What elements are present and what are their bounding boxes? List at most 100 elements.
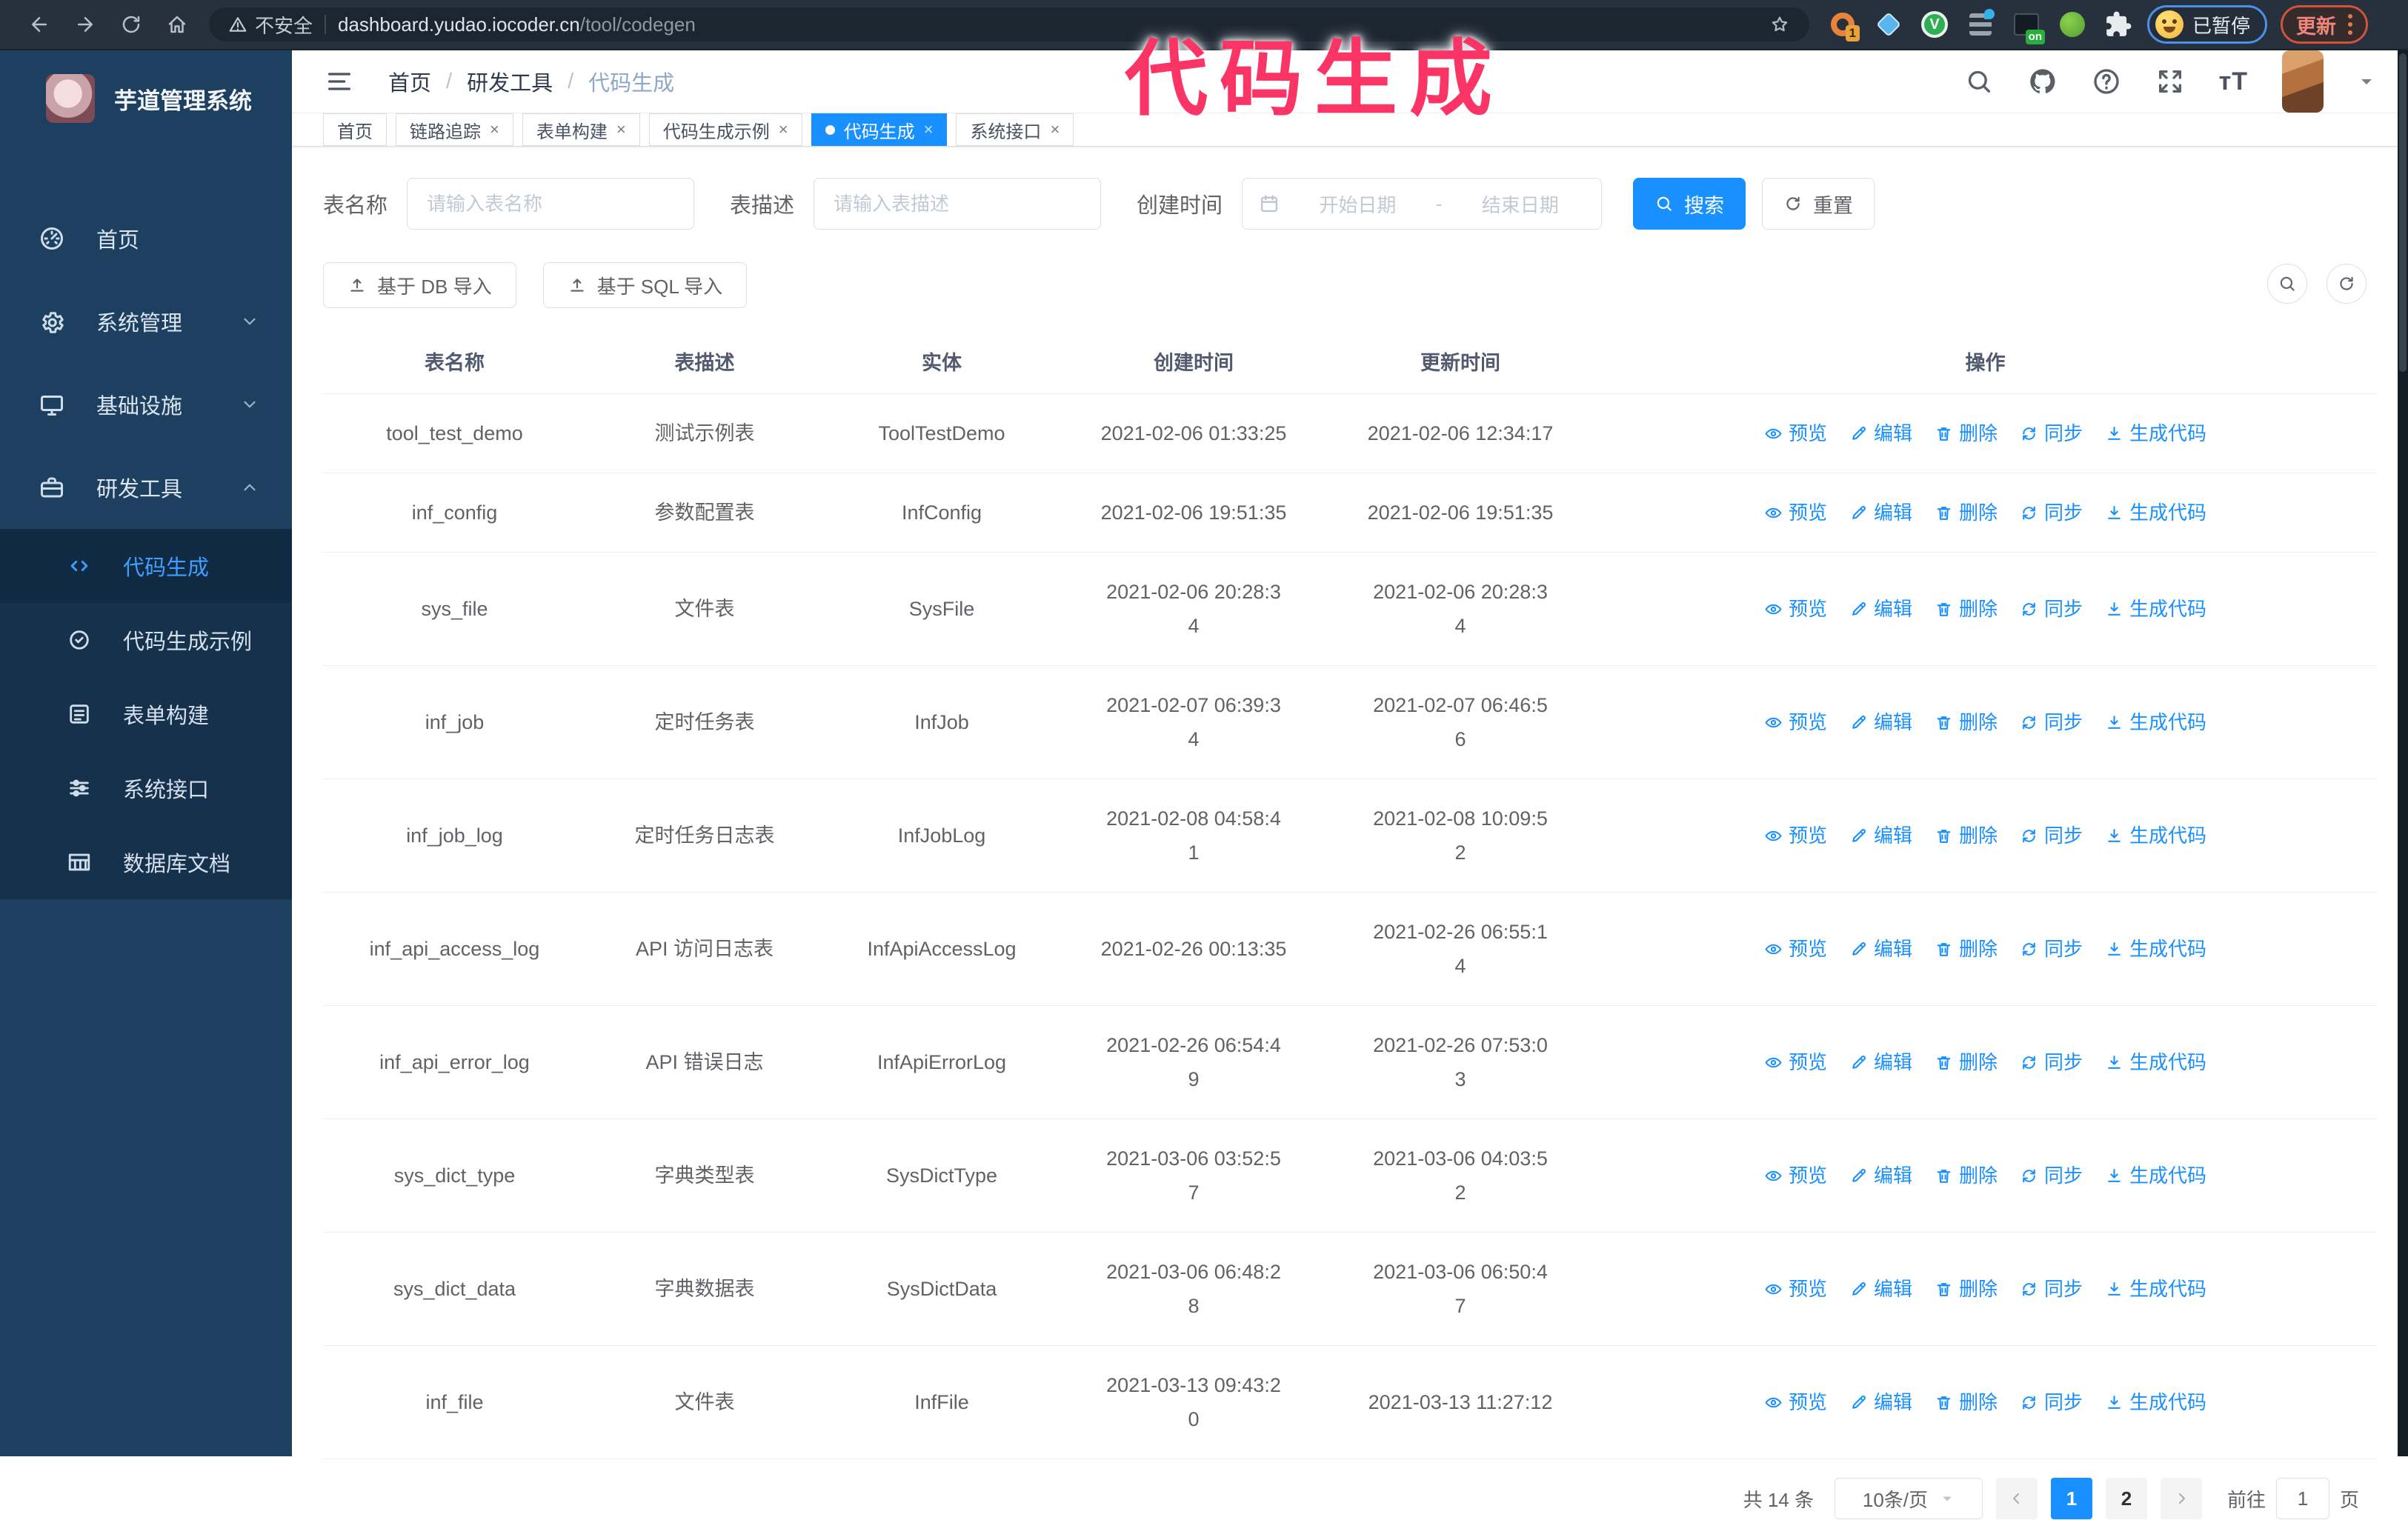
- edit-link[interactable]: 编辑: [1849, 1159, 1912, 1193]
- breadcrumb-item[interactable]: 研发工具: [467, 66, 553, 97]
- extension-gem-icon[interactable]: [1875, 10, 1903, 39]
- user-avatar[interactable]: [2282, 50, 2324, 113]
- preview-link[interactable]: 预览: [1764, 1159, 1827, 1193]
- close-icon[interactable]: ×: [1050, 120, 1060, 139]
- extension-bars-icon[interactable]: [1966, 9, 1995, 39]
- tab[interactable]: 代码生成 ×: [811, 113, 948, 146]
- preview-link[interactable]: 预览: [1764, 496, 1827, 530]
- browser-back-button[interactable]: [16, 4, 62, 45]
- header-search-icon[interactable]: [1964, 67, 1994, 96]
- table-desc-input[interactable]: [814, 178, 1102, 230]
- tab[interactable]: 表单构建 ×: [522, 113, 640, 146]
- sidebar-subitem[interactable]: 代码生成示例: [0, 603, 292, 677]
- generate-code-link[interactable]: 生成代码: [2105, 1272, 2206, 1306]
- edit-link[interactable]: 编辑: [1849, 1045, 1912, 1079]
- sidebar-item[interactable]: 首页: [0, 197, 292, 280]
- security-status[interactable]: 不安全: [228, 11, 313, 39]
- delete-link[interactable]: 删除: [1935, 1045, 1998, 1079]
- delete-link[interactable]: 删除: [1935, 819, 1998, 853]
- address-bar[interactable]: 不安全 dashboard.yudao.iocoder.cn/tool/code…: [209, 7, 1809, 41]
- profile-paused-button[interactable]: 已暂停: [2147, 5, 2268, 44]
- generate-code-link[interactable]: 生成代码: [2105, 416, 2206, 450]
- browser-update-button[interactable]: 更新: [2281, 5, 2369, 44]
- delete-link[interactable]: 删除: [1935, 1159, 1998, 1193]
- reset-button[interactable]: 重置: [1762, 178, 1875, 230]
- extensions-puzzle-icon[interactable]: [2104, 10, 2132, 39]
- sync-link[interactable]: 同步: [2020, 496, 2083, 530]
- edit-link[interactable]: 编辑: [1849, 1272, 1912, 1306]
- sidebar-item[interactable]: 基础设施: [0, 363, 292, 446]
- fullscreen-icon[interactable]: [2155, 67, 2185, 96]
- edit-link[interactable]: 编辑: [1849, 819, 1912, 853]
- scrollbar-thumb[interactable]: [2399, 53, 2407, 372]
- preview-link[interactable]: 预览: [1764, 819, 1827, 853]
- extension-frog-icon[interactable]: [2058, 10, 2086, 39]
- page-button[interactable]: 2: [2105, 1478, 2147, 1519]
- generate-code-link[interactable]: 生成代码: [2105, 932, 2206, 966]
- sync-link[interactable]: 同步: [2020, 819, 2083, 853]
- delete-link[interactable]: 删除: [1935, 496, 1998, 530]
- sync-link[interactable]: 同步: [2020, 1159, 2083, 1193]
- generate-code-link[interactable]: 生成代码: [2105, 1385, 2206, 1419]
- extension-orange-icon[interactable]: 1: [1829, 10, 1860, 41]
- sidebar-item[interactable]: 研发工具: [0, 446, 292, 529]
- sync-link[interactable]: 同步: [2020, 416, 2083, 450]
- prev-page-button[interactable]: [1995, 1478, 2038, 1519]
- search-button[interactable]: 搜索: [1633, 178, 1746, 230]
- help-icon[interactable]: [2092, 67, 2121, 96]
- close-icon[interactable]: ×: [616, 120, 626, 139]
- refresh-table-button[interactable]: [2326, 264, 2367, 304]
- bookmark-star-icon[interactable]: [1769, 14, 1790, 35]
- sidebar-subitem[interactable]: 系统接口: [0, 751, 292, 825]
- sync-link[interactable]: 同步: [2020, 1385, 2083, 1419]
- page-button[interactable]: 1: [2050, 1478, 2092, 1519]
- toggle-search-button[interactable]: [2267, 264, 2307, 304]
- sidebar-subitem[interactable]: 代码生成: [0, 529, 292, 603]
- browser-reload-button[interactable]: [108, 4, 154, 45]
- preview-link[interactable]: 预览: [1764, 1045, 1827, 1079]
- page-scrollbar[interactable]: [2398, 50, 2408, 1456]
- delete-link[interactable]: 删除: [1935, 1272, 1998, 1306]
- chevron-down-icon[interactable]: [2358, 73, 2375, 90]
- edit-link[interactable]: 编辑: [1849, 496, 1912, 530]
- edit-link[interactable]: 编辑: [1849, 592, 1912, 626]
- sidebar-logo[interactable]: 芋道管理系统: [0, 50, 292, 147]
- sync-link[interactable]: 同步: [2020, 705, 2083, 739]
- delete-link[interactable]: 删除: [1935, 416, 1998, 450]
- sidebar-subitem[interactable]: 数据库文档: [0, 825, 292, 899]
- sidebar-subitem[interactable]: 表单构建: [0, 677, 292, 751]
- goto-page-input[interactable]: [2275, 1478, 2329, 1519]
- generate-code-link[interactable]: 生成代码: [2105, 1159, 2206, 1193]
- extension-green-check-icon[interactable]: V: [1920, 10, 1949, 39]
- edit-link[interactable]: 编辑: [1849, 416, 1912, 450]
- delete-link[interactable]: 删除: [1935, 932, 1998, 966]
- breadcrumb-item[interactable]: 首页: [388, 66, 431, 97]
- preview-link[interactable]: 预览: [1764, 705, 1827, 739]
- delete-link[interactable]: 删除: [1935, 592, 1998, 626]
- close-icon[interactable]: ×: [779, 120, 788, 139]
- tab[interactable]: 代码生成示例 ×: [648, 113, 802, 146]
- generate-code-link[interactable]: 生成代码: [2105, 592, 2206, 626]
- next-page-button[interactable]: [2160, 1478, 2202, 1519]
- table-name-input[interactable]: [407, 178, 695, 230]
- tab[interactable]: 系统接口 ×: [956, 113, 1074, 146]
- generate-code-link[interactable]: 生成代码: [2105, 819, 2206, 853]
- sync-link[interactable]: 同步: [2020, 1272, 2083, 1306]
- font-size-icon[interactable]: тT: [2219, 67, 2248, 96]
- close-icon[interactable]: ×: [924, 120, 934, 139]
- delete-link[interactable]: 删除: [1935, 1385, 1998, 1419]
- sync-link[interactable]: 同步: [2020, 592, 2083, 626]
- generate-code-link[interactable]: 生成代码: [2105, 1045, 2206, 1079]
- import-db-button[interactable]: 基于 DB 导入: [323, 262, 516, 308]
- close-icon[interactable]: ×: [490, 120, 499, 139]
- edit-link[interactable]: 编辑: [1849, 932, 1912, 966]
- page-size-select[interactable]: 10条/页: [1834, 1478, 1983, 1519]
- generate-code-link[interactable]: 生成代码: [2105, 705, 2206, 739]
- preview-link[interactable]: 预览: [1764, 932, 1827, 966]
- preview-link[interactable]: 预览: [1764, 1272, 1827, 1306]
- browser-forward-button[interactable]: [62, 4, 108, 45]
- edit-link[interactable]: 编辑: [1849, 1385, 1912, 1419]
- import-sql-button[interactable]: 基于 SQL 导入: [542, 262, 748, 308]
- sidebar-toggle-icon[interactable]: [325, 67, 354, 96]
- delete-link[interactable]: 删除: [1935, 705, 1998, 739]
